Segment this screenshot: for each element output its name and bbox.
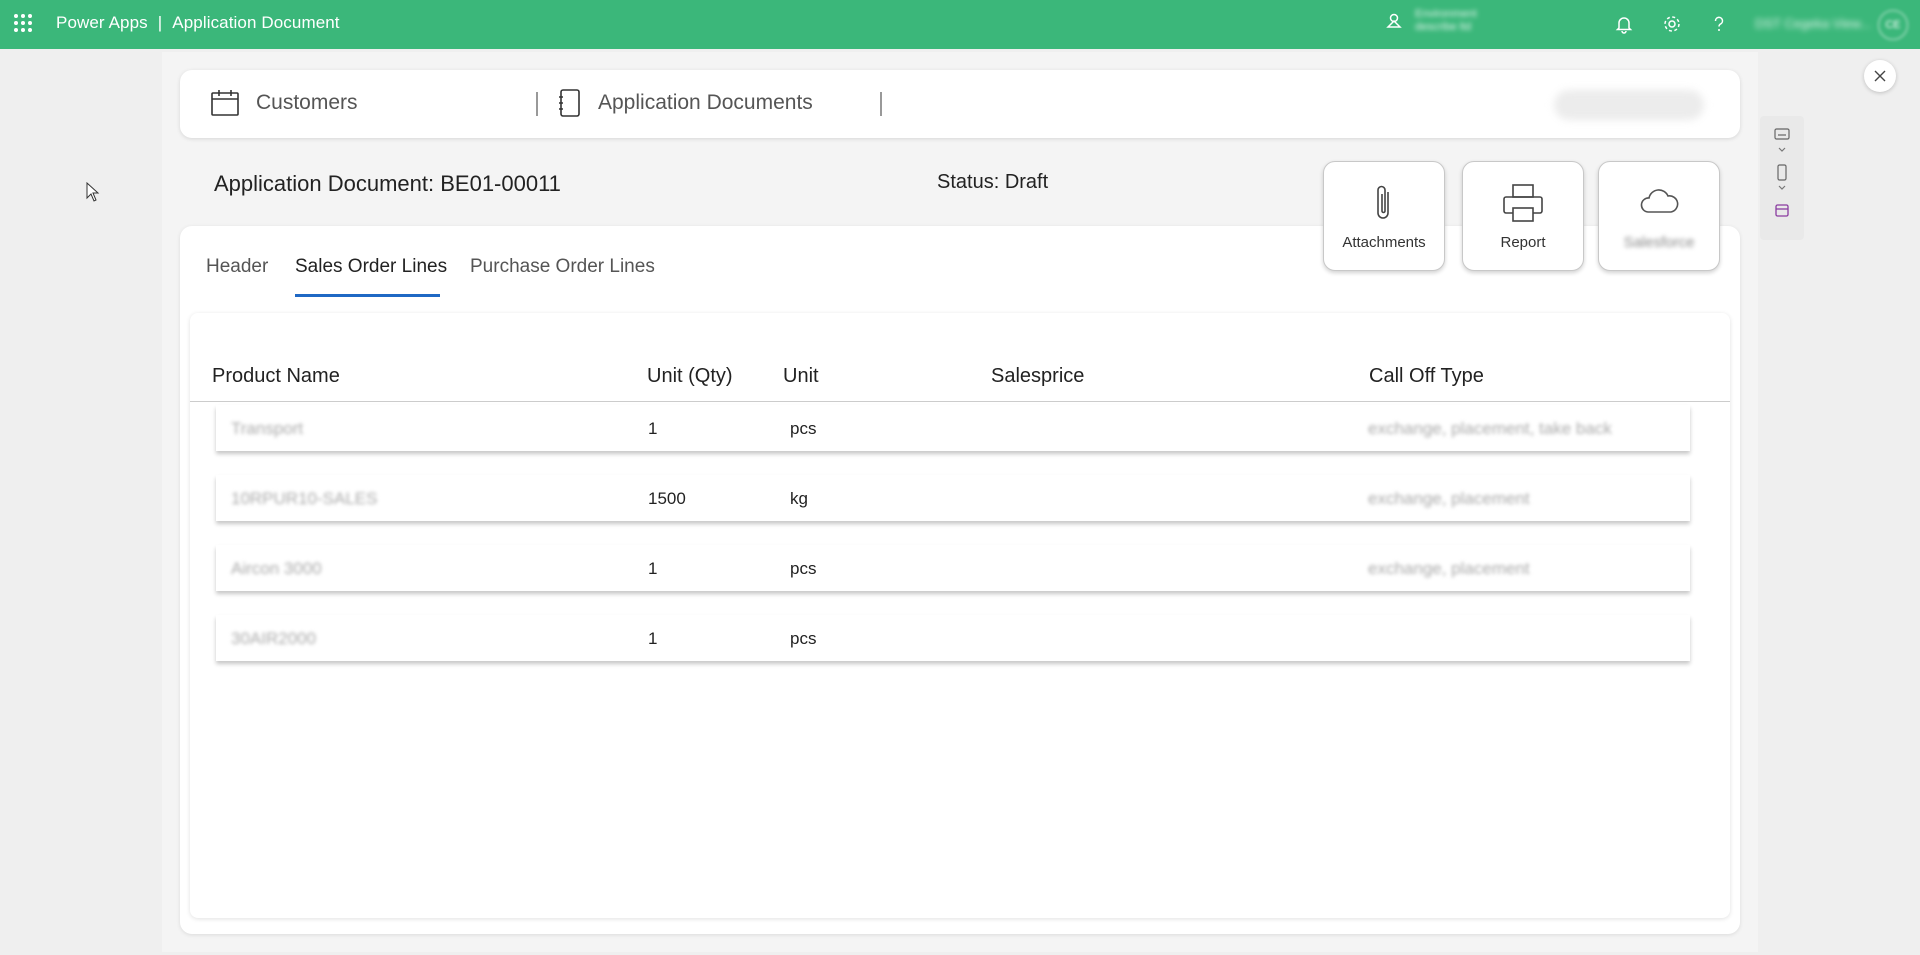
cell-unit: pcs <box>790 559 817 578</box>
cell-unit: pcs <box>790 419 817 438</box>
cell-product-name: Transport <box>231 419 304 438</box>
gear-icon[interactable] <box>1661 13 1683 35</box>
avatar[interactable]: CE <box>1878 10 1908 40</box>
top-bar: Power Apps | Application Document Environm… <box>0 0 1920 49</box>
report-label: Report <box>1500 234 1546 251</box>
attachments-button[interactable]: Attachments <box>1323 161 1445 271</box>
title-separator: | <box>157 13 163 32</box>
environment-picker[interactable]: Environment describe ltd <box>1385 8 1477 34</box>
table-row[interactable]: 10RPUR10-SALES 1500 kg exchange, placeme… <box>216 475 1690 521</box>
environment-line-2: describe ltd <box>1415 21 1472 33</box>
nav-customers-label: Customers <box>256 91 358 114</box>
cell-unit-qty: 1 <box>648 419 658 438</box>
cell-call-off-type: exchange, placement <box>1368 559 1530 578</box>
calendar-icon[interactable] <box>1774 202 1790 218</box>
cell-call-off-type: exchange, placement <box>1368 489 1530 508</box>
paperclip-icon <box>1377 185 1389 219</box>
active-tab-indicator <box>295 294 440 297</box>
table-row[interactable]: Transport 1 pcs exchange, placement, tak… <box>216 405 1690 451</box>
close-icon <box>1874 70 1886 82</box>
screen-icon[interactable] <box>1774 128 1790 142</box>
column-header-unit-qty: Unit (Qty) <box>647 365 733 387</box>
nav-divider <box>880 92 882 116</box>
cell-product-name: 10RPUR10-SALES <box>231 489 378 508</box>
cell-product-name: Aircon 3000 <box>231 559 322 578</box>
nav-documents-label: Application Documents <box>598 91 813 114</box>
tab-sales-order-lines[interactable]: Sales Order Lines <box>295 256 447 278</box>
tab-header[interactable]: Header <box>206 256 268 278</box>
app-title: Power Apps | Application Document <box>56 13 340 33</box>
close-button[interactable] <box>1864 60 1896 92</box>
phone-icon[interactable] <box>1774 164 1790 182</box>
cloud-icon <box>1640 189 1679 213</box>
main-panel: Customers Application Documents Applicat… <box>162 52 1758 952</box>
content-card: Header Sales Order Lines Purchase Order … <box>180 226 1740 934</box>
environment-line-1: Environment <box>1415 8 1477 20</box>
document-title: Application Document: BE01-00011 <box>214 171 561 196</box>
bell-icon[interactable] <box>1613 13 1635 35</box>
nav-search-box[interactable] <box>1554 90 1704 120</box>
attachments-label: Attachments <box>1342 234 1426 251</box>
nav-divider <box>536 92 538 116</box>
salesforce-label: Salesforce <box>1623 234 1695 251</box>
table-row[interactable]: 30AIR2000 1 pcs <box>216 615 1690 661</box>
cell-product-name: 30AIR2000 <box>231 629 317 648</box>
app-name[interactable]: Power Apps <box>56 13 148 32</box>
printer-icon <box>1503 184 1543 222</box>
chevron-down-icon[interactable] <box>1774 184 1790 192</box>
cell-call-off-type: exchange, placement, take back <box>1368 419 1612 438</box>
cell-unit-qty: 1 <box>648 559 658 578</box>
salesforce-button[interactable]: Salesforce <box>1598 161 1720 271</box>
report-button[interactable]: Report <box>1462 161 1584 271</box>
status-label: Status: Draft <box>937 171 1049 193</box>
nav-item-customers[interactable]: Customers <box>210 88 358 118</box>
cell-unit: pcs <box>790 629 817 648</box>
environment-icon <box>1386 13 1402 28</box>
page-name: Application Document <box>172 13 340 32</box>
notebook-icon <box>559 89 580 117</box>
column-header-product-name: Product Name <box>212 365 340 387</box>
header-divider <box>190 401 1730 402</box>
cell-unit-qty: 1500 <box>648 489 686 508</box>
user-name[interactable]: DST Cegeka View... <box>1755 16 1871 31</box>
column-header-call-off-type: Call Off Type <box>1369 365 1484 387</box>
environment-label: Environment describe ltd <box>1415 8 1477 34</box>
app-launcher-icon[interactable] <box>14 14 32 32</box>
cell-unit: kg <box>790 489 808 508</box>
tab-purchase-order-lines[interactable]: Purchase Order Lines <box>470 256 655 278</box>
breadcrumb-nav: Customers Application Documents <box>180 70 1740 138</box>
chevron-down-icon[interactable] <box>1774 146 1790 154</box>
help-icon[interactable] <box>1708 13 1730 35</box>
side-rail <box>1760 116 1804 240</box>
nav-item-application-documents[interactable]: Application Documents <box>558 88 813 118</box>
mouse-cursor-icon <box>86 182 100 202</box>
table-row[interactable]: Aircon 3000 1 pcs exchange, placement <box>216 545 1690 591</box>
column-header-unit: Unit <box>783 365 819 387</box>
cell-unit-qty: 1 <box>648 629 658 648</box>
sales-order-lines-table: Product Name Unit (Qty) Unit Salesprice … <box>190 313 1730 918</box>
column-header-salesprice: Salesprice <box>991 365 1085 387</box>
calendar-icon <box>211 90 239 116</box>
